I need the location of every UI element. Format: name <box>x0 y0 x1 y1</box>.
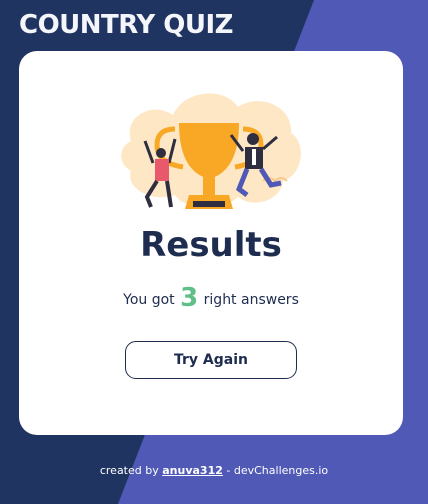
author-link[interactable]: anuva312 <box>162 464 223 477</box>
score-value: 3 <box>180 283 199 313</box>
footer-prefix: created by <box>99 464 159 477</box>
score-summary: You got 3 right answers <box>19 283 403 313</box>
app-title: COUNTRY QUIZ <box>19 10 234 40</box>
footer-separator: - <box>226 464 231 477</box>
results-title: Results <box>140 225 282 265</box>
results-card: Results You got 3 right answers Try Agai… <box>19 51 403 435</box>
try-again-button[interactable]: Try Again <box>125 341 297 379</box>
footer-site: devChallenges.io <box>233 464 329 477</box>
footer-credit: created by anuva312 - devChallenges.io <box>0 464 428 477</box>
score-prefix: You got <box>123 292 175 308</box>
trophy-celebration-illustration <box>121 93 301 209</box>
score-suffix: right answers <box>203 292 299 308</box>
